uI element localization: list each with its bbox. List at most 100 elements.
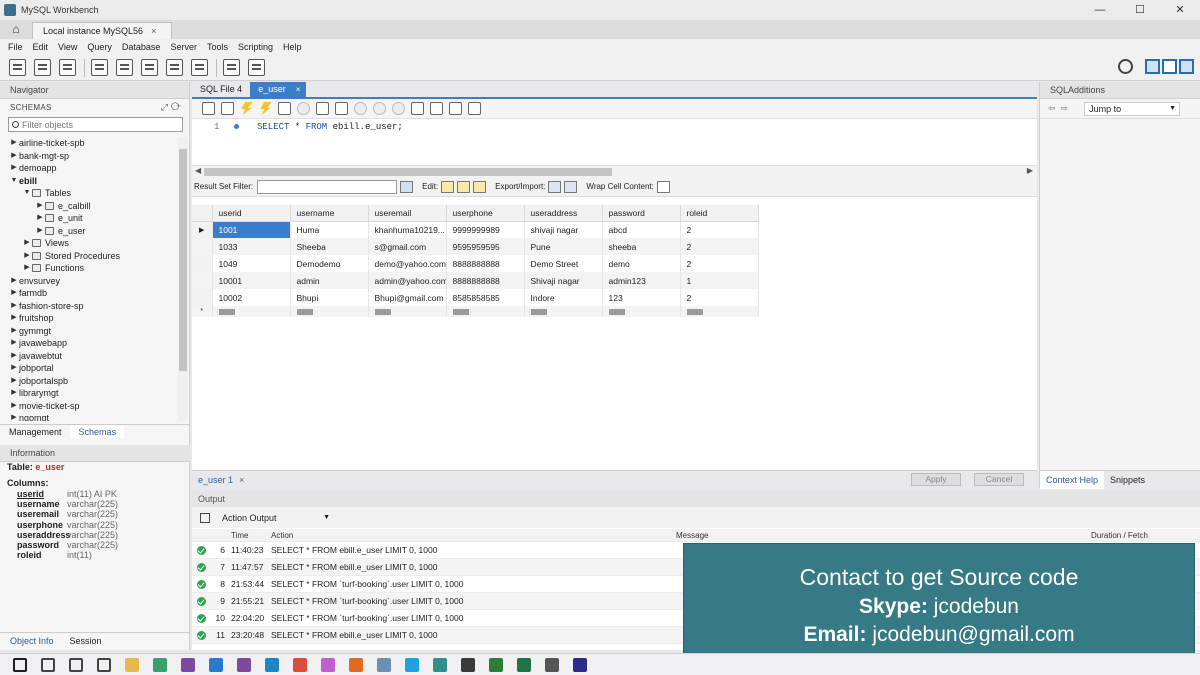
stop-icon[interactable] — [297, 102, 310, 115]
copy-icon[interactable] — [200, 512, 210, 523]
expand-right-icon[interactable]: ▶ — [9, 387, 19, 400]
row-header[interactable] — [192, 289, 213, 306]
table-row[interactable]: 1049 Demodemo demo@yahoo.com 8888888888 Demo… — [192, 255, 759, 272]
eclipse-icon[interactable] — [573, 657, 587, 672]
jump-to-select[interactable]: Jump to ▼ — [1084, 101, 1181, 116]
apply-button[interactable]: Apply — [911, 473, 961, 486]
maximize-button[interactable]: ☐ — [1120, 0, 1160, 20]
menu-database[interactable]: Database — [117, 42, 166, 52]
schema-tree-item[interactable]: ▶ bank-mgt-sp — [0, 150, 178, 163]
menu-view[interactable]: View — [53, 42, 82, 52]
edit-row-icon[interactable] — [441, 180, 455, 193]
visual-studio-icon[interactable] — [237, 657, 251, 672]
scrollbar-thumb[interactable] — [204, 168, 612, 176]
grid-cell[interactable]: Pune — [524, 238, 603, 255]
null-cell[interactable] — [446, 306, 525, 317]
settings-icon[interactable] — [545, 657, 559, 672]
grid-cell[interactable]: 9999999989 — [446, 221, 525, 238]
null-cell[interactable] — [680, 306, 759, 317]
expand-right-icon[interactable]: ▶ — [9, 275, 19, 288]
firefox-icon[interactable] — [349, 657, 363, 672]
forward-icon[interactable]: ⇨ — [1061, 103, 1069, 114]
execute-icon[interactable] — [241, 102, 253, 115]
close-button[interactable]: ✕ — [1160, 0, 1200, 20]
open-sql-script-icon[interactable] — [34, 59, 51, 76]
settings-icon[interactable] — [1118, 59, 1133, 74]
toggle-secondary-sidebar-icon[interactable] — [1179, 59, 1194, 74]
close-tab-icon[interactable]: × — [296, 82, 301, 97]
schema-tree-item[interactable]: ▶ fruitshop — [0, 312, 178, 325]
create-function-icon[interactable] — [191, 59, 208, 76]
toggle-sidebar-icon[interactable] — [1145, 59, 1160, 74]
close-result-tab-icon[interactable]: × — [239, 475, 244, 485]
expand-right-icon[interactable]: ▶ — [9, 300, 19, 313]
scrollbar-thumb[interactable] — [179, 149, 187, 371]
grid-cell[interactable]: 8585858585 — [446, 289, 525, 306]
create-table-icon[interactable] — [116, 59, 133, 76]
schema-tree-item[interactable]: ▶ javawebtut — [0, 350, 178, 363]
schema-tree-item[interactable]: ▶ fashion-store-sp — [0, 300, 178, 313]
expand-right-icon[interactable]: ▶ — [9, 362, 19, 375]
table-row[interactable]: 1033 Sheeba s@gmail.com 9595959595 Pune sheeb… — [192, 238, 759, 255]
minimize-button[interactable]: — — [1080, 0, 1120, 20]
refresh-schemas-icon[interactable]: ⤢ ⟳ — [161, 102, 181, 113]
menu-file[interactable]: File — [3, 42, 28, 52]
expand-right-icon[interactable]: ▶ — [9, 287, 19, 300]
schema-tree-item[interactable]: ▼ ebill — [0, 175, 178, 188]
grid-cell[interactable]: sheeba — [602, 238, 681, 255]
export-icon[interactable] — [548, 180, 562, 193]
slack-icon[interactable] — [321, 657, 335, 672]
grid-cell[interactable]: Demodemo — [290, 255, 369, 272]
schema-tree-item[interactable]: ▶ javawebapp — [0, 337, 178, 350]
row-header[interactable] — [192, 255, 213, 272]
notepad-icon[interactable] — [377, 657, 391, 672]
expand-right-icon[interactable]: ▶ — [22, 250, 32, 263]
beautify-icon[interactable] — [411, 102, 424, 115]
schema-tree-item[interactable]: ▶ librarymgt — [0, 387, 178, 400]
widgets-icon[interactable] — [97, 657, 111, 672]
schema-tree-item[interactable]: ▶ gymmgt — [0, 325, 178, 338]
expand-right-icon[interactable]: ▶ — [9, 375, 19, 388]
schema-tree-item[interactable]: ▶ Functions — [0, 262, 178, 275]
rollback-icon[interactable] — [373, 102, 386, 115]
menu-help[interactable]: Help — [278, 42, 307, 52]
grid-cell[interactable]: Bhupi@gmail.com — [368, 289, 447, 306]
schema-tree-item[interactable]: ▶ e_calbill — [0, 200, 178, 213]
create-view-icon[interactable] — [141, 59, 158, 76]
grid-cell[interactable]: Huma — [290, 221, 369, 238]
grid-cell[interactable]: 9595959595 — [446, 238, 525, 255]
open-inspector-icon[interactable] — [59, 59, 76, 76]
expand-right-icon[interactable]: ▶ — [9, 400, 19, 413]
delete-row-icon[interactable] — [473, 180, 487, 193]
editor-horizontal-scrollbar[interactable]: ◀ ▶ — [192, 165, 1037, 177]
schema-tree-item[interactable]: ▶ Stored Procedures — [0, 250, 178, 263]
grid-cell[interactable]: s@gmail.com — [368, 238, 447, 255]
grid-cell[interactable]: 2 — [680, 221, 759, 238]
grid-cell[interactable]: 1033 — [212, 238, 291, 255]
menu-scripting[interactable]: Scripting — [233, 42, 278, 52]
grid-column-header[interactable]: userphone — [446, 205, 525, 222]
toggle-output-icon[interactable] — [1162, 59, 1177, 74]
task-view-icon[interactable] — [69, 657, 83, 672]
grid-cell[interactable]: Demo Street — [524, 255, 603, 272]
grid-column-header[interactable]: password — [602, 205, 681, 222]
close-tab-icon[interactable]: × — [151, 26, 156, 36]
grid-cell[interactable]: Bhupi — [290, 289, 369, 306]
grid-cell[interactable]: 2 — [680, 238, 759, 255]
null-cell[interactable] — [212, 306, 291, 317]
row-header[interactable]: ▶ — [192, 221, 213, 238]
grid-cell[interactable]: abcd — [602, 221, 681, 238]
grid-cell[interactable]: 8888888888 — [446, 255, 525, 272]
grid-cell[interactable]: admin123 — [602, 272, 681, 289]
schema-tree-item[interactable]: ▶ airline-ticket-spb — [0, 137, 178, 150]
tab-management[interactable]: Management — [0, 425, 70, 439]
expand-right-icon[interactable]: ▶ — [35, 225, 45, 238]
expand-right-icon[interactable]: ▶ — [9, 337, 19, 350]
mysql-workbench-icon[interactable] — [433, 657, 447, 672]
tab-object-info[interactable]: Object Info — [0, 633, 60, 648]
expand-right-icon[interactable]: ▶ — [22, 262, 32, 275]
app-icon[interactable] — [461, 657, 475, 672]
grid-cell[interactable]: Indore — [524, 289, 603, 306]
chrome-icon[interactable] — [293, 657, 307, 672]
null-cell[interactable] — [290, 306, 369, 317]
